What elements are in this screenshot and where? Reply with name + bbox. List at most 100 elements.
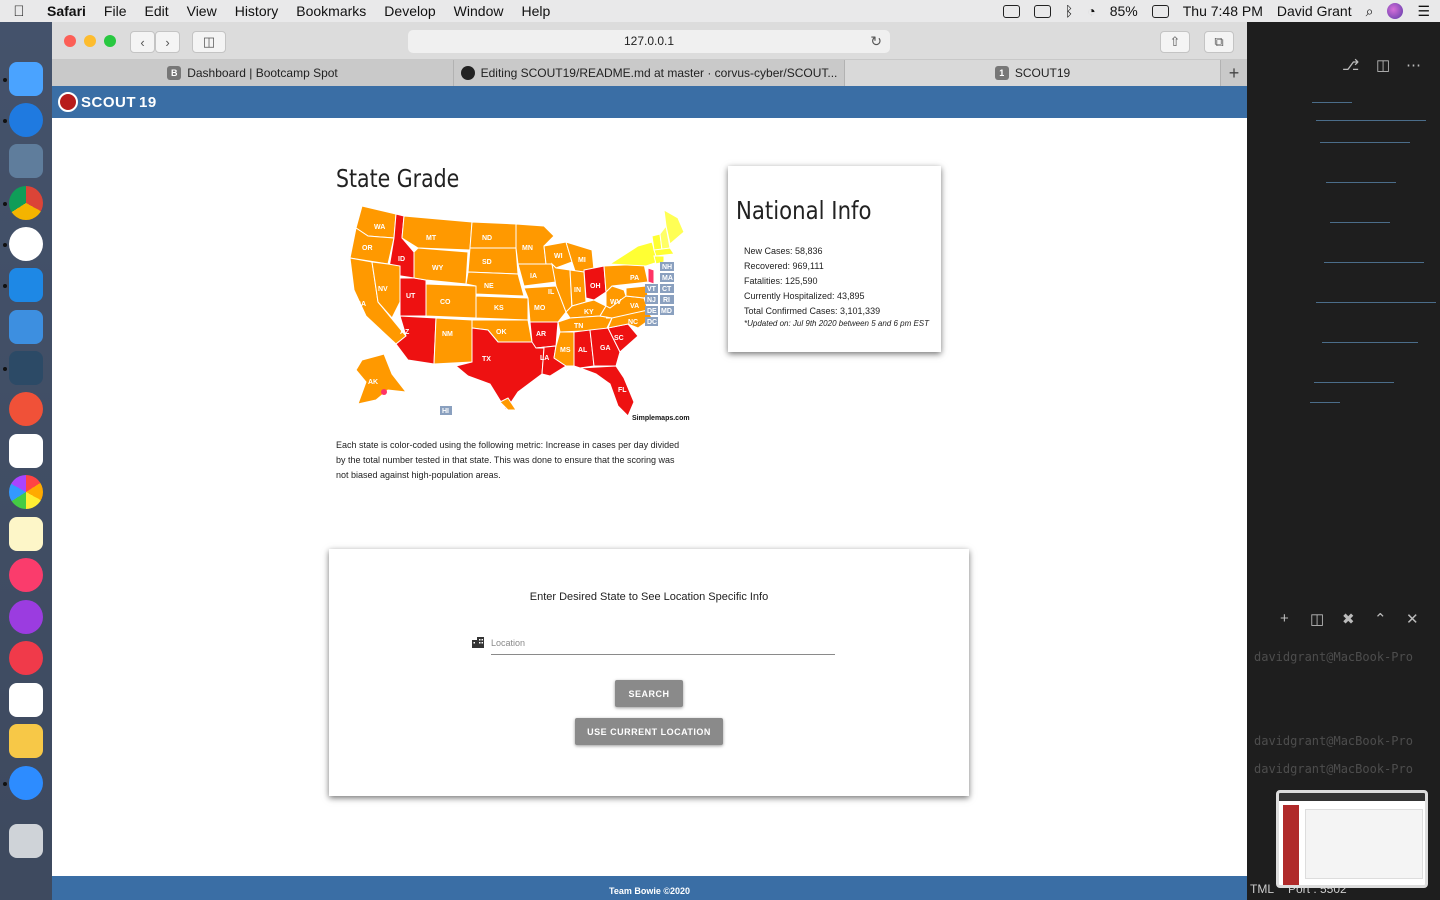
notification-center-icon[interactable]: ☰ xyxy=(1417,3,1430,20)
use-current-location-button[interactable]: USE CURRENT LOCATION xyxy=(575,718,723,745)
trash-icon[interactable] xyxy=(9,824,43,858)
minimap-line xyxy=(1330,222,1390,223)
sidebar-toggle-button[interactable]: ◫ xyxy=(192,31,226,53)
menu-view[interactable]: View xyxy=(178,3,226,19)
back-button[interactable]: ‹ xyxy=(130,31,155,53)
state-nd[interactable] xyxy=(469,221,517,249)
menubar-clock[interactable]: Thu 7:48 PM xyxy=(1183,3,1263,19)
screenshot-thumbnail-preview[interactable] xyxy=(1276,790,1428,888)
tab-scout19[interactable]: 1 SCOUT19 xyxy=(845,60,1221,86)
sidebar-icon: ◫ xyxy=(202,34,216,49)
menubar-user[interactable]: David Grant xyxy=(1277,3,1352,19)
state-az[interactable] xyxy=(395,315,437,365)
menu-history[interactable]: History xyxy=(226,3,288,19)
numbers-icon[interactable] xyxy=(9,683,43,717)
wifi-icon[interactable]: ◔ xyxy=(1087,3,1095,19)
swift-icon[interactable] xyxy=(9,392,43,426)
state-ak[interactable] xyxy=(355,353,408,405)
state-ma[interactable] xyxy=(653,247,675,257)
menu-app-name[interactable]: Safari xyxy=(38,3,95,19)
zoom-window-button[interactable] xyxy=(104,35,116,47)
close-window-button[interactable] xyxy=(64,35,76,47)
state-nj[interactable] xyxy=(647,267,655,285)
news-icon[interactable] xyxy=(9,641,43,675)
tab-bootcamp-dashboard[interactable]: B Dashboard | Bootcamp Spot xyxy=(52,60,454,86)
music-icon[interactable] xyxy=(9,558,43,592)
pages-icon[interactable] xyxy=(9,724,43,758)
reload-icon[interactable]: ↻ xyxy=(870,30,882,53)
svg-text:WY: WY xyxy=(432,265,444,272)
xcode-icon[interactable] xyxy=(9,310,43,344)
new-tab-button[interactable]: + xyxy=(1221,60,1247,86)
svg-text:IN: IN xyxy=(574,287,581,294)
svg-text:ID: ID xyxy=(398,256,405,263)
location-city-icon xyxy=(472,637,484,648)
search-button[interactable]: SEARCH xyxy=(615,680,683,707)
svg-text:MI: MI xyxy=(578,257,586,264)
siri-icon[interactable] xyxy=(1387,3,1404,19)
new-terminal-icon[interactable]: + xyxy=(1280,610,1289,627)
tab-overview-button[interactable]: ⧉ xyxy=(1204,31,1234,53)
podcasts-icon[interactable] xyxy=(9,600,43,634)
svg-text:NE: NE xyxy=(484,283,494,290)
state-nm[interactable] xyxy=(433,317,473,365)
minimize-window-button[interactable] xyxy=(84,35,96,47)
preview-icon[interactable] xyxy=(9,144,43,178)
zoom-status-icon[interactable] xyxy=(1002,4,1020,18)
svg-text:CA: CA xyxy=(356,301,366,308)
calendar-icon[interactable] xyxy=(9,434,43,468)
safari-icon[interactable] xyxy=(9,103,43,137)
finder-icon[interactable] xyxy=(9,62,43,96)
state-md[interactable] xyxy=(625,285,649,299)
spotlight-search-icon[interactable]: ⌕ xyxy=(1366,3,1374,20)
location-search-card: Enter Desired State to See Location Spec… xyxy=(329,549,969,796)
map-credit[interactable]: Simplemaps.com xyxy=(632,415,690,422)
running-indicator xyxy=(3,243,7,247)
photos-icon[interactable] xyxy=(9,475,43,509)
vscode-icon[interactable] xyxy=(9,268,43,302)
state-ia[interactable] xyxy=(517,263,557,287)
menu-file[interactable]: File xyxy=(95,3,136,19)
apple-menu-icon[interactable]:  xyxy=(0,3,38,20)
share-button[interactable]: ⇧ xyxy=(1160,31,1190,53)
svg-text:FL: FL xyxy=(618,387,627,394)
battery-icon[interactable] xyxy=(1151,4,1169,18)
tab-bar: B Dashboard | Bootcamp Spot Editing SCOU… xyxy=(52,60,1247,86)
maximize-panel-icon[interactable]: ⌃ xyxy=(1374,610,1387,628)
zoom-icon[interactable] xyxy=(9,766,43,800)
airplay-icon[interactable] xyxy=(1033,4,1051,18)
state-sd[interactable] xyxy=(467,247,519,275)
national-info-card: National Info New Cases: 58,836 Recovere… xyxy=(728,166,941,352)
slack-icon[interactable] xyxy=(9,227,43,261)
menu-edit[interactable]: Edit xyxy=(135,3,177,19)
menu-develop[interactable]: Develop xyxy=(375,3,444,19)
location-input[interactable] xyxy=(491,631,835,655)
brand-logo[interactable]: SCOUT 19 xyxy=(58,92,157,112)
close-panel-icon[interactable]: ✕ xyxy=(1406,610,1419,628)
source-control-icon[interactable]: ⎇ xyxy=(1342,56,1359,74)
split-editor-icon[interactable]: ◫ xyxy=(1376,56,1390,74)
svg-text:MT: MT xyxy=(426,235,437,242)
svg-text:NJ: NJ xyxy=(647,297,656,304)
more-actions-icon[interactable]: ⋯ xyxy=(1406,56,1421,74)
state-co[interactable] xyxy=(425,283,477,319)
state-ny[interactable] xyxy=(608,241,659,267)
running-indicator xyxy=(3,202,7,206)
address-bar[interactable]: 127.0.0.1 ↻ xyxy=(408,30,890,53)
mysql-workbench-icon[interactable] xyxy=(9,351,43,385)
status-language[interactable]: TML xyxy=(1250,882,1274,896)
forward-button[interactable]: › xyxy=(155,31,180,53)
bluetooth-icon[interactable]: ᛒ xyxy=(1065,3,1073,19)
menu-help[interactable]: Help xyxy=(512,3,559,19)
split-terminal-icon[interactable]: ◫ xyxy=(1310,610,1324,628)
svg-text:KY: KY xyxy=(584,309,594,316)
notes-icon[interactable] xyxy=(9,517,43,551)
kill-terminal-icon[interactable]: ✖ xyxy=(1342,610,1355,628)
chrome-icon[interactable] xyxy=(9,186,43,220)
tab-github-readme[interactable]: Editing SCOUT19/README.md at master · co… xyxy=(454,60,845,86)
dock xyxy=(0,22,52,900)
state-mt[interactable] xyxy=(401,215,473,251)
menu-window[interactable]: Window xyxy=(445,3,513,19)
menu-bookmarks[interactable]: Bookmarks xyxy=(287,3,375,19)
battery-percent[interactable]: 85% xyxy=(1110,3,1138,19)
